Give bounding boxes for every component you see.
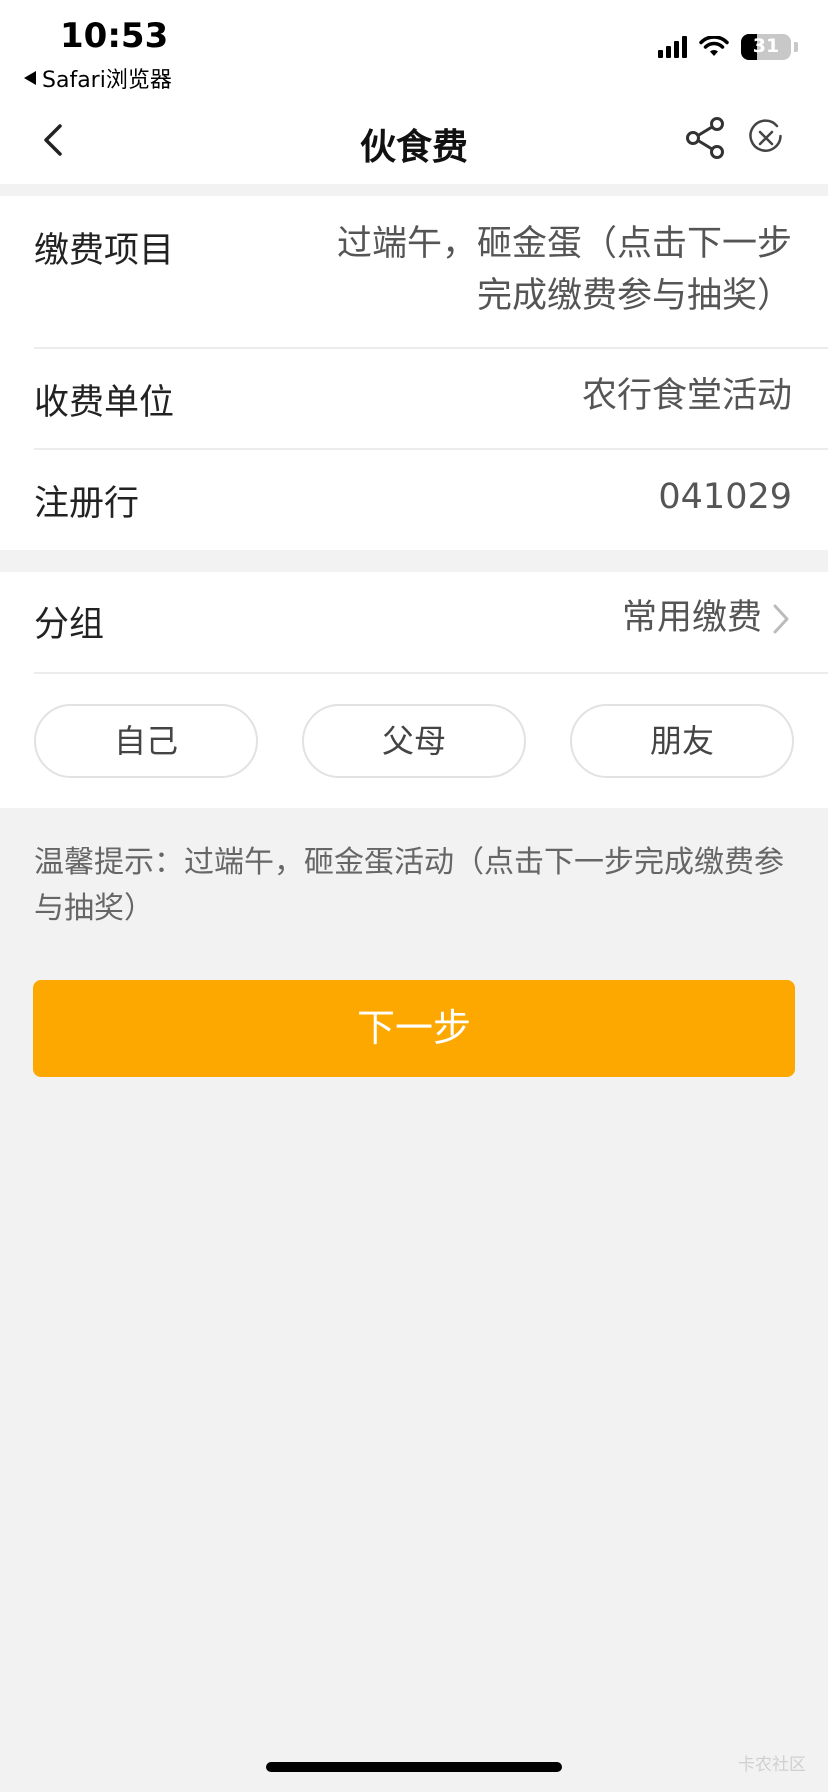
share-icon[interactable]	[684, 116, 728, 160]
status-bar: 10:53 Safari浏览器 31	[0, 0, 828, 96]
chip-friends[interactable]: 朋友	[570, 704, 794, 778]
divider	[34, 672, 828, 674]
group-value[interactable]: 常用缴费	[622, 592, 792, 644]
info-value-item-line2: 完成缴费参与抽奖）	[476, 276, 792, 316]
divider	[34, 448, 828, 450]
wifi-icon	[699, 36, 729, 56]
status-icons: 31	[658, 34, 798, 60]
status-time: 10:53	[60, 16, 169, 56]
group-value-text: 常用缴费	[621, 598, 762, 638]
divider	[34, 347, 828, 349]
info-row-bank: 注册行 041029	[34, 475, 792, 535]
chip-parents[interactable]: 父母	[302, 704, 526, 778]
battery-level: 31	[752, 35, 780, 57]
back-app-label: Safari浏览器	[42, 68, 172, 93]
watermark: 卡农社区	[738, 1755, 806, 1775]
info-row-item: 缴费项目 过端午，砸金蛋（点击下一步 完成缴费参与抽奖）	[34, 218, 792, 328]
group-card: 分组 常用缴费 自己 父母 朋友	[0, 572, 828, 808]
back-to-app-link[interactable]: Safari浏览器	[24, 62, 172, 94]
payment-info-card: 缴费项目 过端午，砸金蛋（点击下一步 完成缴费参与抽奖） 收费单位 农行食堂活动…	[0, 196, 828, 550]
close-circle-icon[interactable]	[746, 118, 786, 158]
warm-tip-text: 温馨提示：过端午，砸金蛋活动（点击下一步完成缴费参与抽奖）	[34, 845, 784, 926]
next-step-button[interactable]: 下一步	[33, 980, 795, 1077]
chip-self[interactable]: 自己	[34, 704, 258, 778]
group-label: 分组	[34, 605, 105, 645]
info-label-payee: 收费单位	[34, 383, 175, 423]
chevron-right-icon	[773, 604, 789, 634]
battery-tip	[794, 42, 798, 52]
info-value-bank: 041029	[658, 477, 792, 517]
info-row-payee: 收费单位 农行食堂活动	[34, 374, 792, 434]
nav-bar: 伙食费	[0, 96, 828, 184]
battery-icon: 31	[741, 34, 791, 60]
info-value-item: 过端午，砸金蛋（点击下一步 完成缴费参与抽奖）	[337, 218, 792, 322]
group-row[interactable]: 分组 常用缴费	[34, 596, 792, 656]
info-value-item-line1: 过端午，砸金蛋（点击下一步	[336, 224, 792, 264]
cellular-signal-icon	[658, 36, 687, 58]
info-value-payee: 农行食堂活动	[581, 376, 792, 416]
info-label-item: 缴费项目	[34, 231, 175, 271]
home-indicator[interactable]	[266, 1762, 562, 1772]
info-label-bank: 注册行	[34, 484, 140, 524]
back-triangle-icon	[24, 71, 36, 85]
